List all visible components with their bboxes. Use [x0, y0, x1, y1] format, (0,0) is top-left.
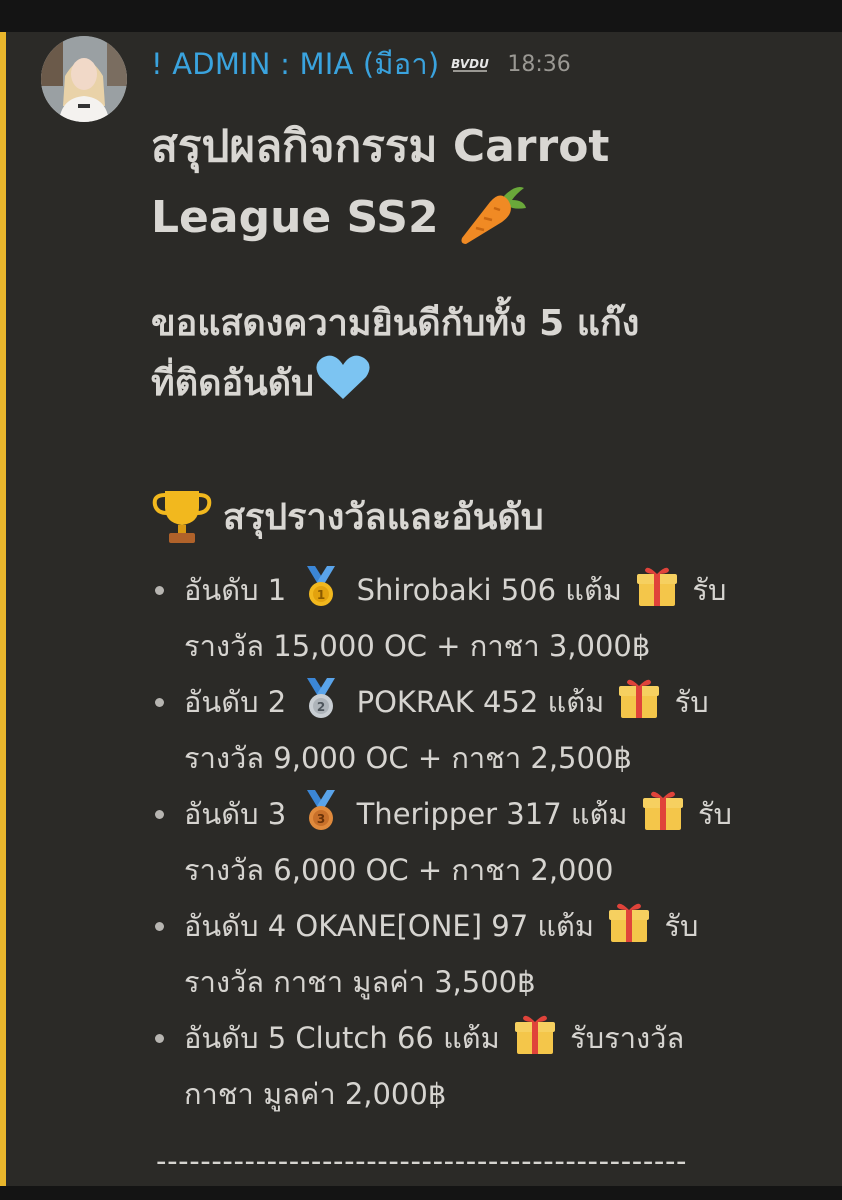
reward-detail: รางวัล 9,000 OC + กาชา 2,500฿: [184, 741, 632, 775]
message-header: ! ADMIN : MIA (มีอา) BVDU 18:36: [151, 44, 571, 84]
rank-label: อันดับ 1: [184, 573, 287, 607]
svg-text:BVDU: BVDU: [452, 57, 490, 71]
list-item: อันดับ 5 Clutch 66 แต้ม รับรางวัล กาชา ม…: [151, 1010, 831, 1122]
list-item: อันดับ 2 2 POKRAK 452 แต้ม รับ รางวัล 9,…: [151, 674, 831, 786]
reward-label: รับ: [674, 685, 709, 719]
team-score: Theripper 317 แต้ม: [356, 797, 628, 831]
gift-icon: [619, 679, 660, 718]
gold-medal-icon: 1: [307, 566, 336, 606]
gift-icon: [514, 1015, 555, 1054]
svg-text:1: 1: [317, 588, 325, 602]
trophy-icon: [152, 491, 212, 543]
server-tag-badge-icon[interactable]: BVDU: [449, 53, 491, 75]
ranking-list: อันดับ 1 1 Shirobaki 506 แต้ม รับ รางวัล…: [151, 562, 831, 1122]
list-item: อันดับ 1 1 Shirobaki 506 แต้ม รับ รางวัล…: [151, 562, 831, 674]
team-score: Shirobaki 506 แต้ม: [356, 573, 622, 607]
title-line-2: League SS2: [151, 192, 439, 243]
rank-label: อันดับ 2: [184, 685, 287, 719]
gift-icon: [637, 567, 678, 606]
list-item: อันดับ 3 3 Theripper 317 แต้ม รับ รางวัล…: [151, 786, 831, 898]
svg-text:3: 3: [317, 812, 325, 826]
reward-detail: รางวัล 15,000 OC + กาชา 3,000฿: [184, 629, 651, 663]
subtitle-line-2: ที่ติดอันดับ: [151, 363, 314, 404]
reward-detail: รางวัล กาชา มูลค่า 3,500฿: [184, 965, 536, 999]
section-heading-text: สรุปรางวัลและอันดับ: [223, 496, 544, 538]
message-subtitle: ขอแสดงความยินดีกับทั้ง 5 แก๊ง ที่ติดอันด…: [151, 295, 831, 413]
avatar[interactable]: [41, 36, 127, 122]
rank-label: อันดับ 5 Clutch 66 แต้ม: [184, 1021, 500, 1055]
top-bar: [0, 0, 842, 32]
title-line-1: สรุปผลกิจกรรม Carrot: [151, 121, 610, 172]
divider-line: ----------------------------------------…: [156, 1144, 688, 1178]
bottom-bar: [0, 1186, 842, 1200]
silver-medal-icon: 2: [307, 678, 336, 718]
message-title: สรุปผลกิจกรรม Carrot League SS2: [151, 112, 821, 253]
svg-text:2: 2: [317, 700, 325, 714]
carrot-icon: [461, 187, 526, 244]
rank-label: อันดับ 4 OKANE[ONE] 97 แต้ม: [184, 909, 595, 943]
section-heading: สรุปรางวัลและอันดับ: [151, 484, 831, 548]
rank-label: อันดับ 3: [184, 797, 287, 831]
gift-icon: [642, 791, 683, 830]
blue-heart-icon: [316, 355, 370, 399]
gift-icon: [609, 903, 650, 942]
avatar-image: [41, 36, 127, 122]
chat-message: ! ADMIN : MIA (มีอา) BVDU 18:36 สรุปผลกิ…: [6, 32, 842, 1186]
reward-label: รับ: [664, 909, 699, 943]
reward-detail: รางวัล 6,000 OC + กาชา 2,000: [184, 853, 614, 887]
username[interactable]: ! ADMIN : MIA (มีอา): [151, 41, 439, 87]
subtitle-line-1: ขอแสดงความยินดีกับทั้ง 5 แก๊ง: [151, 303, 640, 344]
reward-label: รับ: [692, 573, 727, 607]
reward-label: รับ: [697, 797, 732, 831]
list-item: อันดับ 4 OKANE[ONE] 97 แต้ม รับ รางวัล ก…: [151, 898, 831, 1010]
team-score: POKRAK 452 แต้ม: [356, 685, 605, 719]
timestamp[interactable]: 18:36: [507, 52, 570, 77]
reward-detail: กาชา มูลค่า 2,000฿: [184, 1077, 447, 1111]
bronze-medal-icon: 3: [307, 790, 336, 830]
reward-label: รับรางวัล: [570, 1021, 685, 1055]
